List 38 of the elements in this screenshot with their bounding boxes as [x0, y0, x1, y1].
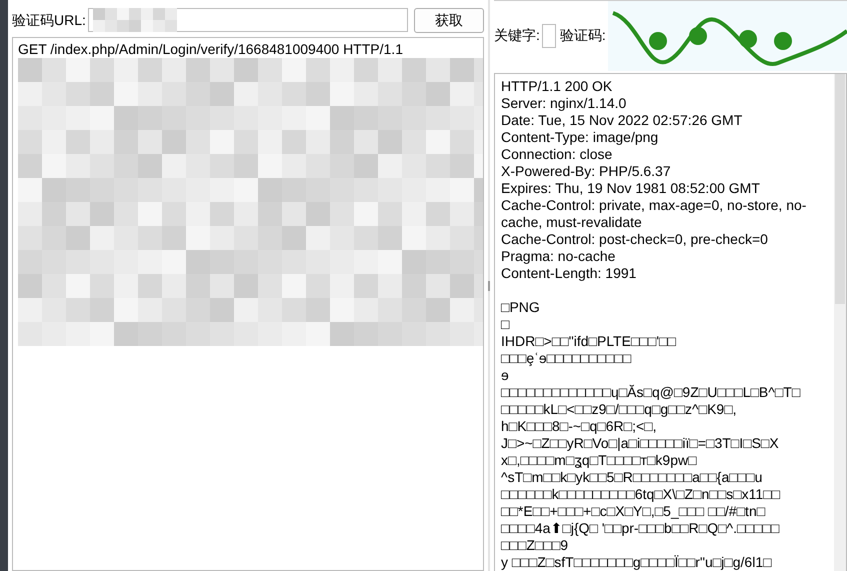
- url-input-field[interactable]: [88, 8, 408, 32]
- response-header-line: Content-Type: image/png: [501, 129, 660, 146]
- response-body-line: □□□□4a⬆□j{Q□ '□□pr-□□□b□□R□Q□^.□□□□□: [501, 520, 780, 537]
- request-line: GET /index.php/Admin/Login/verify/1668481009400 HTTP/1.1: [18, 41, 404, 58]
- scrollbar[interactable]: [834, 74, 846, 571]
- response-body-line: □: [501, 316, 510, 333]
- url-label: 验证码URL:: [12, 10, 86, 30]
- response-body-line: □□□Z□□□9: [501, 537, 570, 554]
- response-body-line: h□K□□□8□-~□q□6R□;<□,: [501, 418, 658, 435]
- response-body-line: □□*E□□+□□□+□c□X□Y□,□5_□□□ □□/#□tn□: [501, 503, 766, 520]
- keyword-input-field[interactable]: [542, 24, 556, 48]
- scrollbar-thumb[interactable]: [835, 74, 845, 304]
- response-header-line: Pragma: no-cache: [501, 248, 616, 265]
- response-header-line: Cache-Control: post-check=0, pre-check=0: [501, 231, 769, 248]
- response-header-line: Expires: Thu, 19 Nov 1981 08:52:00 GMT: [501, 180, 761, 197]
- response-header-line: X-Powered-By: PHP/5.6.37: [501, 163, 672, 180]
- response-header-line: HTTP/1.1 200 OK: [501, 78, 614, 95]
- response-body-line: ^sT□m□□k□yk□□5□R□□□□□□□a□□{a□□□u: [501, 469, 764, 486]
- response-text-area[interactable]: [494, 73, 847, 571]
- response-body-line: □□□□□□k□□□□□□□□□6tq□X\□Z□n□□s□x11□□: [501, 486, 782, 503]
- response-header-line: Cache-Control: private, max-age=0, no-store, no-cache, must-revalidate: [501, 197, 808, 231]
- fetch-button[interactable]: 获取: [414, 8, 484, 32]
- response-body-line: x□,□□□□m□ʓq□T□□□□т□k9pw□: [501, 452, 698, 469]
- response-header-line: Content-Length: 1991: [501, 265, 638, 282]
- response-body-line: □□□□□□□□□□□□□ɥ□Ăs□q@□9Z□U□□□L□B^□T□: [501, 384, 802, 401]
- keyword-label: 关键字:: [494, 26, 540, 45]
- response-body-line: □□□ȩʿɘ□□□□□□□□□□: [501, 350, 632, 367]
- response-body-line: IHDR□>□□"ifd□PLTE□□□'□□: [501, 333, 677, 350]
- response-body-line: □PNG: [501, 299, 541, 316]
- response-body-line: J□>~□Z□□yR□Vo□|a□i□□□□□iï□=□3T□I□S□X: [501, 435, 780, 452]
- response-body-line: y □□□Z□sfT□□□□□□□g□□□□Ï□□r"u□j□g/6l1□: [501, 554, 773, 571]
- response-header-line: Date: Tue, 15 Nov 2022 02:57:26 GMT: [501, 112, 744, 129]
- request-text-area[interactable]: GET /index.php/Admin/Login/verify/1668481009400 HTTP/1.1: [12, 37, 484, 571]
- response-header-line: Server: nginx/1.14.0: [501, 95, 628, 112]
- response-body-line: ɘ: [501, 367, 510, 384]
- response-body-line: □□□□□kL□<□□z9□/□□□q□g□□z^□K9□,: [501, 401, 738, 418]
- captcha-label: 验证码:: [560, 26, 606, 45]
- response-header-line: Connection: close: [501, 146, 614, 163]
